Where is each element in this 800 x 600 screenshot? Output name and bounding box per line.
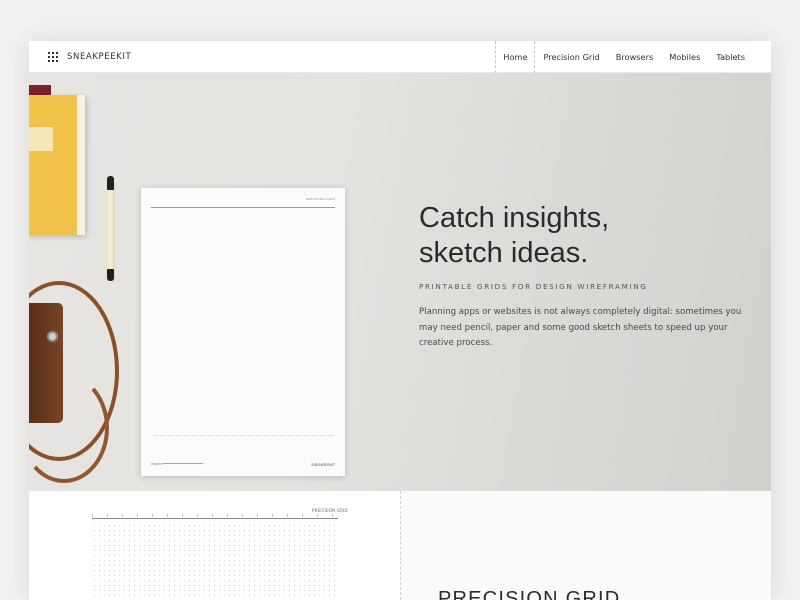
grid-ruler-ticks [92, 514, 338, 517]
nav-link-precision-grid[interactable]: Precision Grid [535, 41, 607, 73]
camera-knob [47, 331, 58, 342]
notebook-pages [77, 95, 85, 235]
leather-camera [29, 303, 63, 423]
paper-tick-row [153, 435, 333, 437]
grid-header-line [92, 518, 338, 519]
notebook-label [29, 127, 53, 151]
hero-title-line-2: sketch ideas. [419, 237, 589, 269]
pen-cap [107, 176, 114, 190]
hero-title: Catch insights, sketch ideas. [419, 201, 719, 271]
pen-tip [107, 269, 114, 281]
dot-grid [92, 523, 338, 600]
nav-links: Home Precision Grid Browsers Mobiles Tab… [495, 41, 771, 73]
hero-subtitle: PRINTABLE GRIDS FOR DESIGN WIREFRAMING [419, 282, 648, 291]
grid-preview-panel: PRECISION GRID [29, 491, 401, 600]
nav-link-home[interactable]: Home [495, 41, 536, 73]
top-nav: SNEAKPEEKIT Home Precision Grid Browsers… [29, 41, 771, 73]
brand-name[interactable]: SNEAKPEEKIT [67, 51, 131, 63]
paper-brand: SNEAKPEEKIT [311, 463, 335, 467]
precision-grid-info-panel: PRECISION GRID [401, 491, 771, 600]
paper-project-line [163, 463, 203, 464]
grid-preview-title: PRECISION GRID [312, 508, 348, 513]
hero-title-line-1: Catch insights, [419, 202, 610, 234]
paper-header-line [151, 207, 335, 208]
hero-section: PRECISION GRID PROJECT SNEAKPEEKIT Catch… [29, 73, 771, 491]
grid-logo-icon[interactable] [48, 52, 58, 62]
nav-link-browsers[interactable]: Browsers [608, 41, 661, 73]
nav-link-tablets[interactable]: Tablets [708, 41, 771, 73]
hero-description: Planning apps or websites is not always … [419, 307, 742, 348]
grid-paper-sheet: PRECISION GRID PROJECT SNEAKPEEKIT [141, 188, 345, 476]
pen-body [106, 183, 115, 283]
nav-link-mobiles[interactable]: Mobiles [661, 41, 708, 73]
page-frame: SNEAKPEEKIT Home Precision Grid Browsers… [29, 41, 771, 600]
section-title: PRECISION GRID [438, 588, 621, 600]
paper-title: PRECISION GRID [306, 197, 335, 201]
